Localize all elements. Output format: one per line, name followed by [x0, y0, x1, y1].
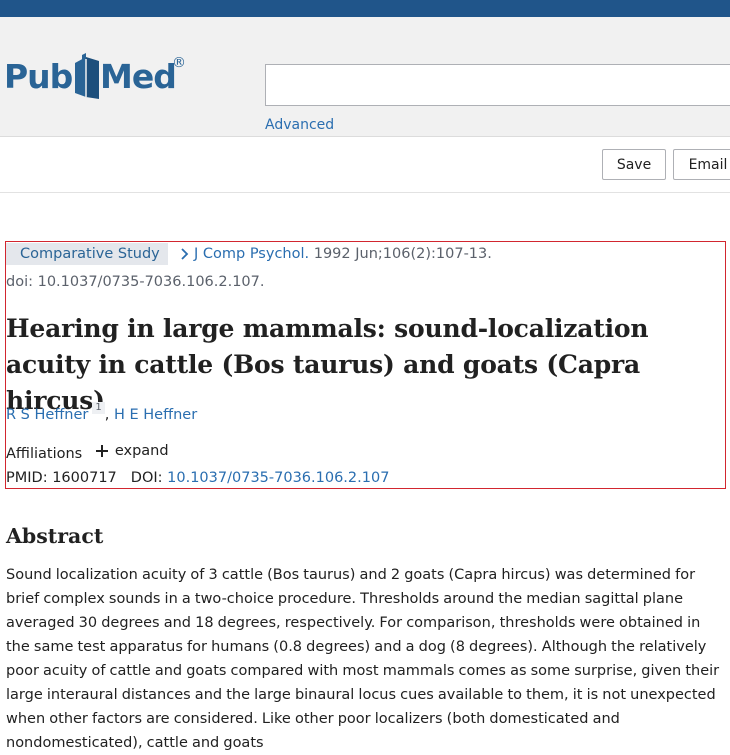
pmid-value: 1600717	[52, 470, 117, 486]
identifiers-row: PMID: 1600717 DOI: 10.1037/0735-7036.106.…	[6, 467, 389, 489]
advanced-search-link[interactable]: Advanced	[265, 116, 334, 134]
doi-label: DOI:	[130, 470, 168, 486]
citation-line: J Comp Psychol. 1992 Jun;106(2):107-13.	[178, 243, 492, 265]
pmid-label: PMID:	[6, 470, 53, 486]
expand-label: expand	[114, 443, 169, 459]
abstract-heading: Abstract	[6, 524, 104, 548]
header: Pub Med ® Advanced	[0, 17, 730, 137]
save-button[interactable]: Save	[602, 149, 666, 180]
search-input[interactable]	[265, 64, 730, 106]
author-separator: ,	[104, 407, 114, 423]
authors-list: R S Heffner 1, H E Heffner	[6, 402, 197, 426]
affiliation-number[interactable]: 1	[92, 402, 105, 414]
affiliations-row: Affiliations expand	[6, 440, 169, 465]
email-button[interactable]: Email	[673, 149, 730, 180]
doi-link[interactable]: 10.1037/0735-7036.106.2.107	[167, 470, 389, 486]
logo-text-pub: Pub	[4, 57, 73, 96]
article-title: Hearing in large mammals: sound-localiza…	[6, 314, 649, 415]
registered-mark: ®	[172, 55, 186, 71]
author-link[interactable]: R S Heffner	[6, 407, 88, 423]
plus-icon	[95, 444, 109, 458]
journal-link[interactable]: J Comp Psychol.	[194, 246, 309, 262]
citation-details: 1992 Jun;106(2):107-13.	[309, 246, 492, 262]
abstract-text: Sound localization acuity of 3 cattle (B…	[6, 567, 720, 751]
top-bar	[0, 0, 730, 17]
book-icon	[75, 53, 99, 99]
doi-line: doi: 10.1037/0735-7036.106.2.107.	[6, 274, 265, 290]
logo-text-med: Med	[100, 57, 177, 96]
expand-affiliations-button[interactable]: expand	[95, 440, 169, 462]
pubmed-logo[interactable]: Pub Med ®	[4, 53, 194, 107]
affiliations-label: Affiliations	[6, 446, 83, 462]
publication-type-badge: Comparative Study	[6, 243, 168, 265]
author-link[interactable]: H E Heffner	[114, 407, 197, 423]
action-toolbar: Save Email	[0, 137, 730, 193]
